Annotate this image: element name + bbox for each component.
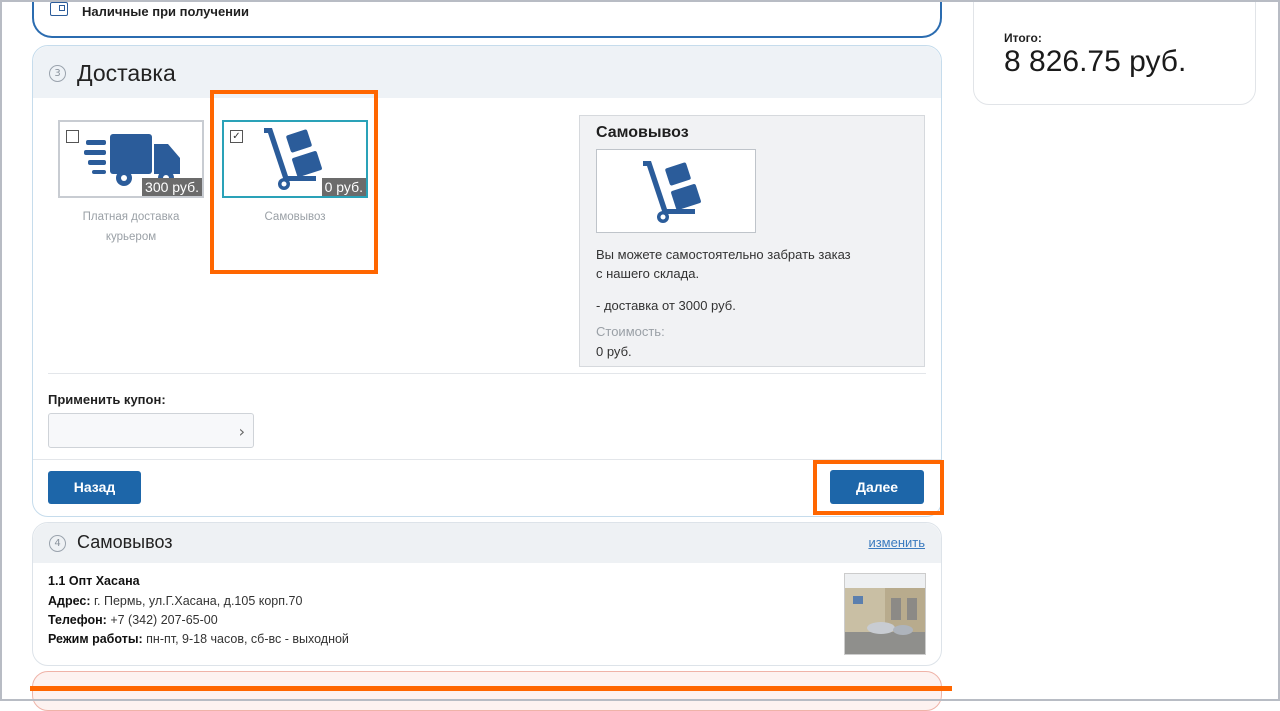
store-name-text: 1.1 Опт Хасана — [48, 574, 140, 588]
store-photo[interactable] — [844, 573, 926, 655]
total-label: Итого: — [1004, 31, 1042, 45]
payment-method-label: Наличные при получении — [82, 4, 250, 19]
pickup-section: 4 Самовывоз изменить 1.1 Опт Хасана Адре… — [32, 522, 942, 666]
address-label: Адрес: — [48, 594, 91, 608]
next-step-card — [32, 671, 942, 711]
coupon-input[interactable]: › — [48, 413, 254, 448]
cost-value: 0 руб. — [596, 344, 632, 359]
address-value: г. Пермь, ул.Г.Хасана, д.105 корп.70 — [93, 594, 303, 608]
delivery-header: 3 Доставка — [33, 46, 941, 98]
courier-price: 300 руб. — [142, 178, 202, 196]
cost-label: Стоимость: — [596, 324, 665, 339]
info-image — [596, 149, 756, 233]
highlight-bottom-line — [30, 686, 952, 691]
info-note: - доставка от 3000 руб. — [596, 298, 736, 313]
hours-label: Режим работы: — [48, 632, 143, 646]
section-title: Самовывоз — [77, 532, 173, 552]
coupon-label: Применить купон: — [48, 392, 166, 407]
step-number: 3 — [49, 65, 66, 82]
delivery-option-courier[interactable]: 300 руб. — [58, 120, 204, 198]
payment-card: Наличные при получении — [32, 0, 942, 38]
store-photo-image — [845, 574, 925, 654]
change-link[interactable]: изменить — [868, 535, 925, 550]
hours-value: пн-пт, 9-18 часов, сб-вс - выходной — [146, 632, 349, 646]
chevron-right-icon[interactable]: › — [239, 422, 245, 441]
courier-label-line1: Платная доставка — [82, 211, 180, 223]
store-hours: Режим работы: пн-пт, 9-18 часов, сб-вс -… — [48, 632, 349, 646]
store-name: 1.1 Опт Хасана — [48, 574, 140, 588]
delivery-info-panel: Самовывоз Вы можете самостоятельно забра… — [579, 115, 925, 367]
info-description: Вы можете самостоятельно забрать заказ с… — [596, 245, 851, 283]
highlight-pickup-option — [210, 90, 378, 274]
store-phone: Телефон: +7 (342) 207-65-00 — [48, 613, 218, 627]
courier-label-line2: курьером — [105, 231, 157, 243]
order-total-card: Итого: 8 826.75 руб. — [973, 0, 1256, 105]
total-value: 8 826.75 руб. — [1004, 45, 1187, 78]
courier-checkbox[interactable] — [66, 130, 79, 143]
divider — [48, 373, 926, 374]
delivery-section: 3 Доставка 300 руб. Платная доставка кур… — [32, 45, 942, 517]
store-address: Адрес: г. Пермь, ул.Г.Хасана, д.105 корп… — [48, 594, 302, 608]
courier-option-label: Платная доставка курьером — [56, 207, 206, 247]
cash-icon — [50, 2, 68, 16]
section-title: Доставка — [77, 60, 176, 86]
phone-value: +7 (342) 207-65-00 — [110, 613, 218, 627]
info-desc-line1: Вы можете самостоятельно забрать заказ — [596, 247, 851, 262]
back-button[interactable]: Назад — [48, 471, 141, 504]
info-title: Самовывоз — [596, 124, 689, 141]
divider — [33, 459, 941, 460]
pickup-header: 4 Самовывоз изменить — [33, 523, 941, 563]
step-number: 4 — [49, 535, 66, 552]
info-desc-line2: с нашего склада. — [596, 266, 700, 281]
highlight-next-button — [813, 460, 944, 515]
phone-label: Телефон: — [48, 613, 107, 627]
hand-truck-icon — [643, 161, 701, 223]
